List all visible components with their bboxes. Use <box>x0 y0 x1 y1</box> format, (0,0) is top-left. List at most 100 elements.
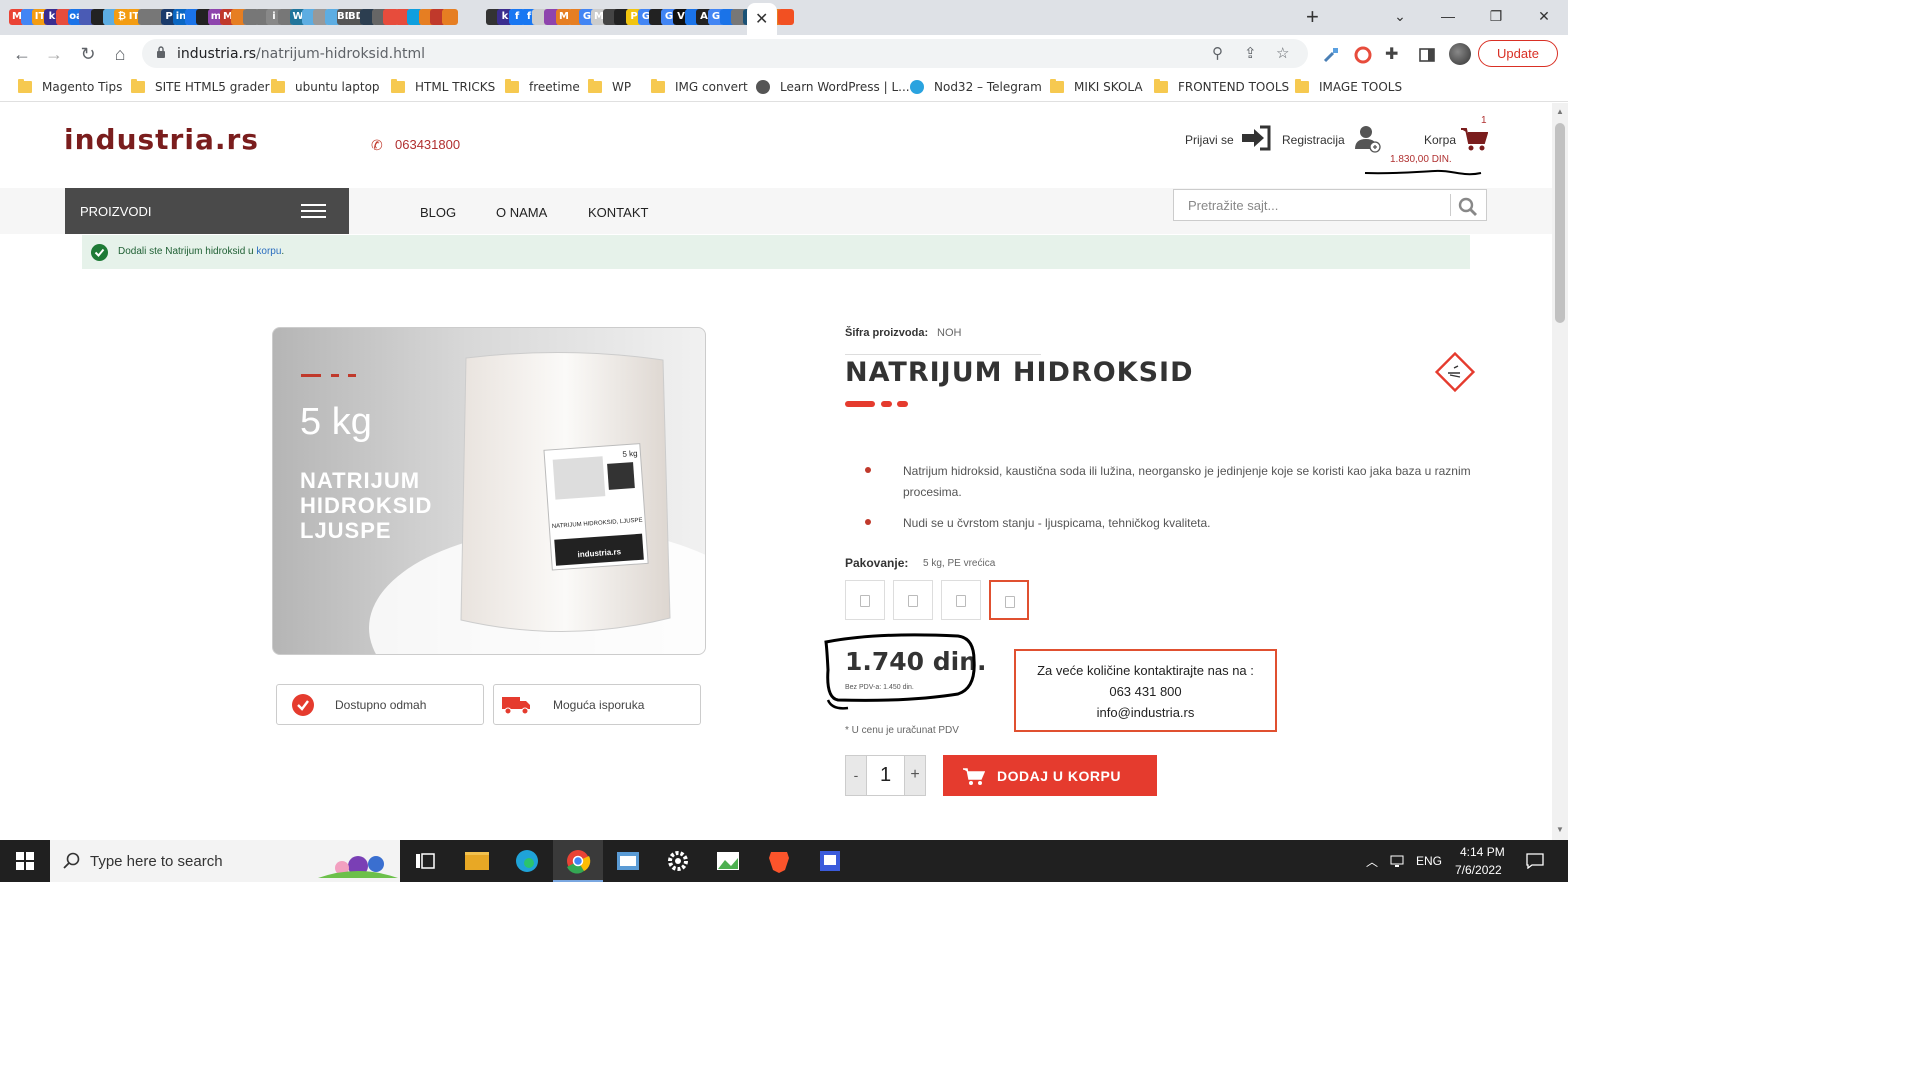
bookmark-label: FRONTEND TOOLS <box>1178 80 1290 94</box>
bookmark-item[interactable]: freetime <box>505 79 580 95</box>
clock-date[interactable]: 7/6/2022 <box>1455 863 1502 877</box>
taskbar-search-box[interactable]: Type here to search <box>50 840 400 882</box>
notice-cart-link[interactable]: korpu <box>256 246 281 257</box>
extensions-puzzle-icon[interactable]: ✚ <box>1385 44 1403 63</box>
image-accent-dashes <box>301 374 356 377</box>
lock-icon[interactable] <box>156 46 166 59</box>
forward-icon[interactable]: → <box>40 40 68 68</box>
packaging-option-selected[interactable] <box>989 580 1029 620</box>
nav-link-blog[interactable]: BLOG <box>420 205 456 220</box>
bookmark-item[interactable]: HTML TRICKS <box>391 79 495 95</box>
quantity-increase-button[interactable]: + <box>904 755 926 796</box>
file-explorer-icon[interactable] <box>452 840 502 882</box>
tab-favicon[interactable] <box>778 9 794 25</box>
availability-badge: Dostupno odmah <box>276 684 484 725</box>
bookmark-item[interactable]: SITE HTML5 grader <box>131 79 270 95</box>
product-bag-illustration: NATRIJUM HIDROKSID, LJUSPE 5 kg industri… <box>460 351 671 633</box>
tab-favicon[interactable] <box>442 9 458 25</box>
tray-chevron-icon[interactable]: ︿ <box>1366 853 1378 870</box>
image-editor-icon[interactable] <box>703 840 753 882</box>
task-view-icon[interactable] <box>400 840 450 882</box>
page-scrollbar[interactable]: ▲ ▼ <box>1552 103 1568 840</box>
profile-avatar[interactable] <box>1449 43 1471 65</box>
notification-icon[interactable] <box>1526 853 1544 869</box>
register-user-icon[interactable] <box>1355 125 1381 153</box>
packaging-option[interactable] <box>941 580 981 620</box>
scroll-up-icon[interactable]: ▲ <box>1556 107 1564 116</box>
app-window-icon[interactable] <box>603 840 653 882</box>
image-title-line: NATRIJUM <box>300 468 421 493</box>
quantity-input[interactable]: 1 <box>867 755 904 796</box>
bookmark-item[interactable]: Learn WordPress | L... <box>756 79 910 95</box>
products-menu-button[interactable]: PROIZVODI <box>65 188 349 234</box>
bookmark-item[interactable]: WP <box>588 79 631 95</box>
extension-dropper-icon[interactable] <box>1322 46 1340 64</box>
bookmark-item[interactable]: FRONTEND TOOLS <box>1154 79 1289 95</box>
bookmark-item[interactable]: IMAGE TOOLS <box>1295 79 1402 95</box>
update-button[interactable]: Update <box>1478 40 1558 67</box>
brave-icon[interactable] <box>754 840 804 882</box>
cart-success-notice: Dodali ste Natrijum hidroksid u korpu. <box>82 235 1470 269</box>
folder-icon <box>588 79 602 93</box>
search-icon[interactable] <box>1458 197 1478 217</box>
close-tab-icon[interactable]: ✕ <box>755 9 768 29</box>
hamburger-menu-icon[interactable] <box>301 204 326 218</box>
windows-start-icon[interactable] <box>0 840 50 882</box>
search-input[interactable] <box>1188 198 1448 213</box>
home-icon[interactable]: ⌂ <box>106 40 134 68</box>
quantity-decrease-button[interactable]: - <box>845 755 867 796</box>
bookmark-label: Learn WordPress | L... <box>780 80 910 94</box>
chrome-icon[interactable] <box>553 840 603 882</box>
language-indicator[interactable]: ENG <box>1416 854 1442 868</box>
new-tab-button[interactable]: + <box>1306 4 1319 30</box>
extension-red-icon[interactable] <box>1354 46 1372 64</box>
share-icon[interactable]: ⇪ <box>1244 44 1257 62</box>
header-phone[interactable]: 063431800 <box>395 137 460 152</box>
packaging-option[interactable] <box>893 580 933 620</box>
remote-app-icon[interactable] <box>805 840 855 882</box>
login-link[interactable]: Prijavi se <box>1185 133 1234 147</box>
contact-phone[interactable]: 063 431 800 <box>1016 681 1275 702</box>
address-bar[interactable]: industria.rs/natrijum-hidroksid.html ⚲ ⇪… <box>142 39 1308 68</box>
tab-search-icon[interactable]: ⌄ <box>1376 0 1424 35</box>
settings-gear-icon[interactable] <box>653 840 703 882</box>
url-text[interactable]: industria.rs/natrijum-hidroksid.html <box>177 46 425 62</box>
network-icon[interactable] <box>1389 853 1405 869</box>
login-icon[interactable] <box>1240 124 1272 152</box>
register-link[interactable]: Registracija <box>1282 133 1345 147</box>
nav-link-about[interactable]: O NAMA <box>496 205 547 220</box>
back-icon[interactable]: ← <box>8 40 36 68</box>
bookmark-label: IMAGE TOOLS <box>1319 80 1403 94</box>
active-tab[interactable]: ✕ <box>747 3 777 35</box>
clock-time[interactable]: 4:14 PM <box>1460 845 1505 859</box>
cart-count-badge: 1 <box>1481 115 1487 126</box>
maximize-button[interactable]: ❐ <box>1472 0 1520 35</box>
globe-icon <box>756 80 770 94</box>
close-window-button[interactable]: ✕ <box>1520 0 1568 35</box>
side-panel-icon[interactable] <box>1418 46 1436 64</box>
scroll-down-icon[interactable]: ▼ <box>1556 825 1564 834</box>
zoom-icon[interactable]: ⚲ <box>1212 44 1223 62</box>
reload-icon[interactable]: ↻ <box>74 40 102 68</box>
bookmark-item[interactable]: ubuntu laptop <box>271 79 380 95</box>
bookmark-item[interactable]: IMG convert <box>651 79 748 95</box>
packaging-option[interactable] <box>845 580 885 620</box>
bookmark-star-icon[interactable]: ☆ <box>1276 44 1289 62</box>
bookmark-item[interactable]: Magento Tips <box>18 79 122 95</box>
cart-link[interactable]: Korpa <box>1424 133 1456 147</box>
packaging-label: Pakovanje: <box>845 556 909 570</box>
minimize-button[interactable]: — <box>1424 0 1472 35</box>
image-title: NATRIJUM HIDROKSID LJUSPE <box>300 468 432 543</box>
bookmark-item[interactable]: Nod32 – Telegram <box>910 79 1042 95</box>
edge-icon[interactable] <box>502 840 552 882</box>
cart-icon[interactable] <box>1460 127 1488 153</box>
bookmark-label: HTML TRICKS <box>415 80 496 94</box>
nav-link-contact[interactable]: KONTAKT <box>588 205 648 220</box>
site-logo[interactable]: industria.rs <box>64 123 259 156</box>
product-image[interactable]: 5 kg NATRIJUM HIDROKSID LJUSPE NATRIJUM … <box>272 327 706 655</box>
add-to-cart-button[interactable]: DODAJ U KORPU <box>943 755 1157 796</box>
scrollbar-thumb[interactable] <box>1555 123 1565 323</box>
contact-email[interactable]: info@industria.rs <box>1016 702 1275 723</box>
cart-total[interactable]: 1.830,00 DIN. <box>1390 154 1452 165</box>
bookmark-item[interactable]: MIKI SKOLA <box>1050 79 1143 95</box>
